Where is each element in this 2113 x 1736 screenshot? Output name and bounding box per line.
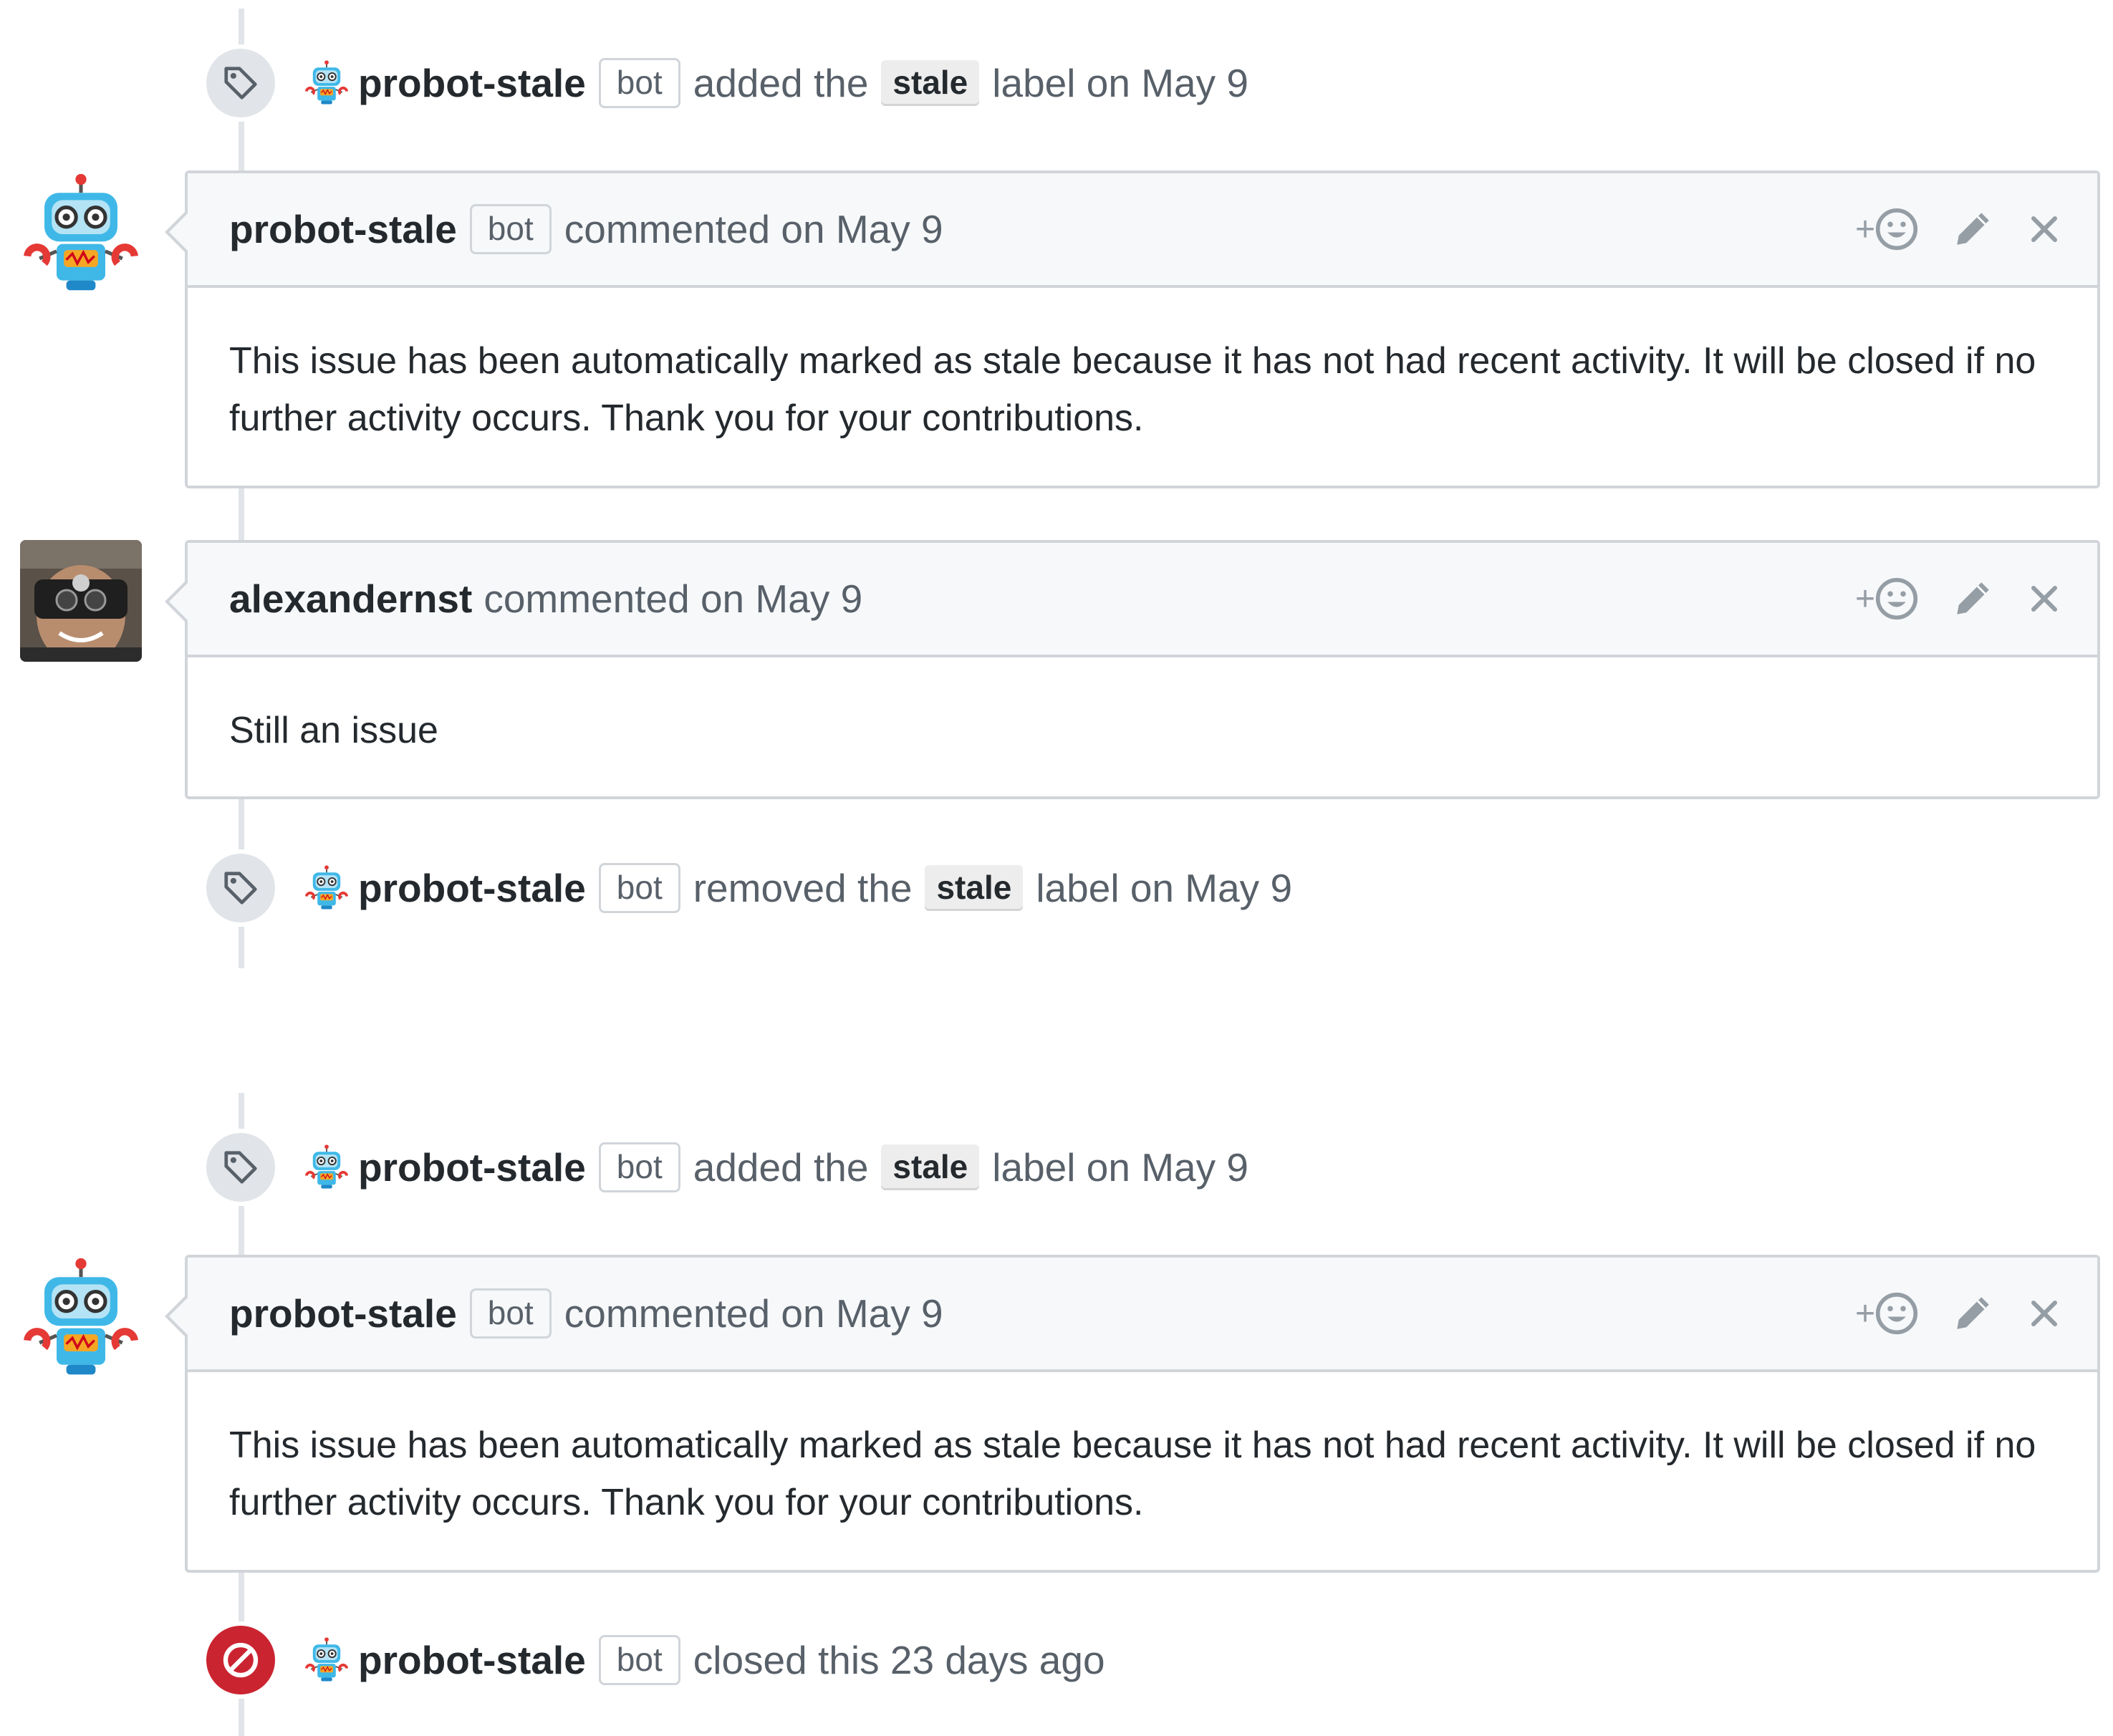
bot-badge: bot — [598, 58, 680, 108]
smiley-icon — [1875, 208, 1918, 251]
actor-link[interactable]: probot-stale — [358, 1144, 586, 1190]
tag-icon — [202, 1129, 279, 1206]
bot-badge: bot — [598, 863, 680, 913]
bot-badge: bot — [469, 1288, 552, 1339]
pencil-icon — [1953, 1293, 1993, 1334]
delete-button[interactable] — [2027, 1296, 2061, 1331]
close-icon — [2027, 582, 2061, 616]
comment-body: This issue has been automatically marked… — [229, 1424, 2036, 1523]
event-description: added the — [693, 61, 869, 105]
comment-timestamp[interactable]: commented on May 9 — [564, 206, 943, 252]
timeline-event-unlabeled: probot-stale bot removed the stale label… — [202, 849, 1849, 927]
event-description: added the — [693, 1145, 869, 1190]
comment-header: probot-stale bot commented on May 9 + — [188, 173, 2097, 288]
avatar[interactable] — [20, 540, 142, 662]
tag-icon — [202, 849, 279, 927]
comment-author[interactable]: probot-stale — [229, 206, 457, 252]
actor-link[interactable]: probot-stale — [358, 60, 586, 106]
label-stale[interactable]: stale — [881, 1144, 980, 1190]
event-timestamp[interactable]: closed this 23 days ago — [693, 1637, 1105, 1683]
timeline-event-labeled: probot-stale bot added the stale label o… — [202, 44, 1849, 122]
closed-circle-slash-icon — [202, 1621, 279, 1699]
event-timestamp[interactable]: label on May 9 — [992, 60, 1248, 106]
comment-card: alexandernst commented on May 9 + Still … — [165, 540, 2100, 799]
event-description: removed the — [693, 866, 913, 910]
edit-button[interactable] — [1953, 579, 1993, 619]
event-timestamp[interactable]: label on May 9 — [992, 1144, 1248, 1190]
smiley-icon — [1875, 1292, 1918, 1335]
actor-link[interactable]: probot-stale — [358, 1637, 586, 1683]
delete-button[interactable] — [2027, 212, 2061, 246]
bot-avatar-small[interactable] — [304, 865, 350, 911]
bot-avatar-small[interactable] — [304, 1144, 350, 1190]
label-stale[interactable]: stale — [881, 60, 980, 106]
bot-badge: bot — [598, 1142, 680, 1192]
close-icon — [2027, 212, 2061, 246]
comment-card: probot-stale bot commented on May 9 + Th… — [165, 170, 2100, 488]
edit-button[interactable] — [1953, 209, 1993, 249]
event-timestamp[interactable]: label on May 9 — [1036, 865, 1292, 911]
comment-body: Still an issue — [229, 710, 438, 751]
delete-button[interactable] — [2027, 582, 2061, 616]
pencil-icon — [1953, 209, 1993, 249]
add-reaction-button[interactable]: + — [1855, 577, 1918, 620]
label-stale[interactable]: stale — [925, 865, 1024, 911]
edit-button[interactable] — [1953, 1293, 1993, 1334]
timeline-event-labeled: probot-stale bot added the stale label o… — [202, 1129, 1849, 1206]
comment-author[interactable]: probot-stale — [229, 1291, 457, 1336]
pencil-icon — [1953, 579, 1993, 619]
add-reaction-button[interactable]: + — [1855, 1292, 1918, 1335]
comment-card: probot-stale bot commented on May 9 + Th… — [165, 1255, 2100, 1573]
comment-header: alexandernst commented on May 9 + — [188, 543, 2097, 657]
timeline-line — [239, 488, 244, 543]
actor-link[interactable]: probot-stale — [358, 865, 586, 911]
comment-timestamp[interactable]: commented on May 9 — [564, 1291, 943, 1336]
timeline-event-closed: probot-stale bot closed this 23 days ago — [202, 1621, 1849, 1699]
comment-timestamp[interactable]: commented on May 9 — [483, 576, 862, 622]
comment-body: This issue has been automatically marked… — [229, 340, 2036, 439]
avatar[interactable] — [20, 173, 142, 295]
bot-avatar-small[interactable] — [304, 60, 350, 106]
close-icon — [2027, 1296, 2061, 1331]
comment-header: probot-stale bot commented on May 9 + — [188, 1258, 2097, 1372]
add-reaction-button[interactable]: + — [1855, 208, 1918, 251]
comment-author[interactable]: alexandernst — [229, 576, 472, 622]
avatar[interactable] — [20, 1258, 142, 1379]
bot-badge: bot — [469, 204, 552, 254]
bot-avatar-small[interactable] — [304, 1637, 350, 1683]
bot-badge: bot — [598, 1635, 680, 1685]
smiley-icon — [1875, 577, 1918, 620]
tag-icon — [202, 44, 279, 122]
